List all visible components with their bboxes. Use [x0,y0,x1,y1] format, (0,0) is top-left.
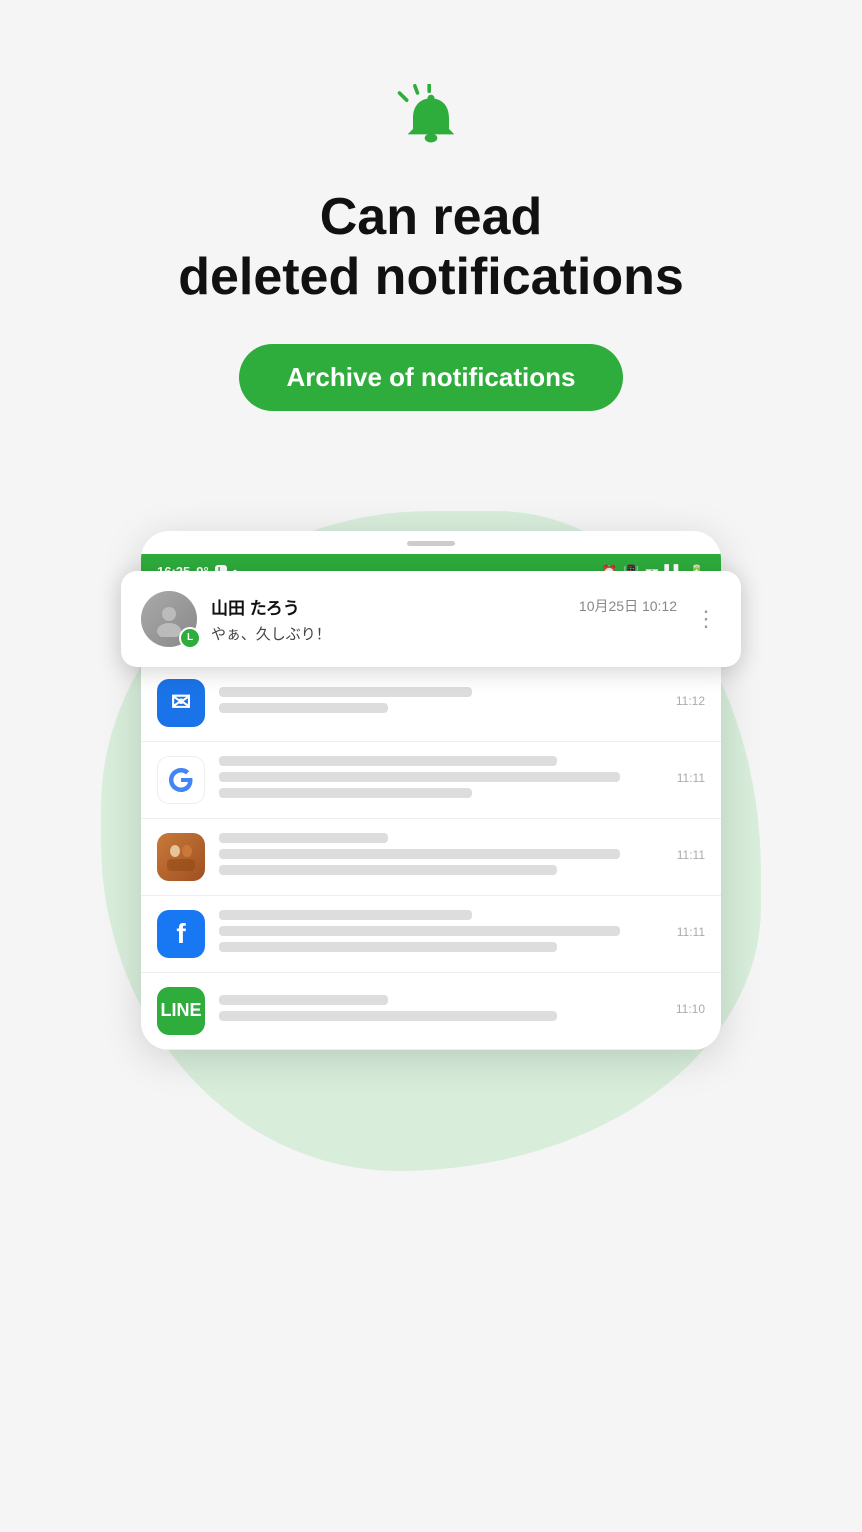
bell-icon [391,80,471,160]
blurred-body2 [219,942,557,952]
blurred-body [219,926,620,936]
google-app-icon [157,756,205,804]
notification-text-blurred [219,995,641,1027]
notification-text-blurred [219,910,641,958]
item-time: 11:12 [676,694,705,708]
more-options-button[interactable]: ⋮ [691,606,721,632]
notification-content: 山田 たろう 10月25日 10:12 やぁ、久しぶり！ [211,594,677,644]
notification-item-right: 11:11 [655,925,705,943]
item-time: 11:11 [677,771,705,785]
line-app-icon: LINE [157,987,205,1035]
notification-item-right: 11:10 [655,1002,705,1020]
blurred-title [219,910,472,920]
list-item: 11:11 [141,742,721,819]
hero-section: Can read deleted notifications Archive o… [0,0,862,471]
blurred-body2 [219,865,557,875]
list-item: ✉ 11:12 [141,665,721,742]
list-item: f 11:11 [141,896,721,973]
notification-item-right: 11:11 [655,771,705,789]
blurred-body [219,1011,557,1021]
blurred-body [219,849,620,859]
list-item: 11:11 [141,819,721,896]
blurred-title [219,687,472,697]
notification-text-blurred [219,687,641,719]
item-time: 11:10 [676,1002,705,1016]
game-app-icon [157,833,205,881]
blurred-body2 [219,788,472,798]
archive-button[interactable]: Archive of notifications [239,344,624,411]
notification-message: やぁ、久しぶり！ [211,623,677,644]
item-time: 11:11 [677,925,705,939]
blurred-title [219,995,388,1005]
mockup-area: L 山田 たろう 10月25日 10:12 やぁ、久しぶり！ ⋮ 16:25 9… [0,471,862,1090]
sender-name: 山田 たろう [211,594,300,619]
avatar: L [141,591,197,647]
notification-header: 山田 たろう 10月25日 10:12 [211,594,677,619]
notification-item-right: 11:12 [655,694,705,712]
notification-list: ✉ 11:12 [141,665,721,1050]
blurred-title [219,833,388,843]
notification-card-overlay: L 山田 たろう 10月25日 10:12 やぁ、久しぶり！ ⋮ [121,571,741,667]
blurred-title [219,756,557,766]
blurred-body [219,772,620,782]
notification-text-blurred [219,833,641,881]
notification-item-right: 11:11 [655,848,705,866]
facebook-app-icon: f [157,910,205,958]
notification-time: 10月25日 10:12 [579,596,677,616]
item-time: 11:11 [677,848,705,862]
list-item: LINE 11:10 [141,973,721,1050]
pull-handle [407,541,455,546]
hero-title: Can read deleted notifications [138,188,724,308]
line-app-badge: L [179,627,201,649]
notification-text-blurred [219,756,641,804]
email-app-icon: ✉ [157,679,205,727]
blurred-body [219,703,388,713]
